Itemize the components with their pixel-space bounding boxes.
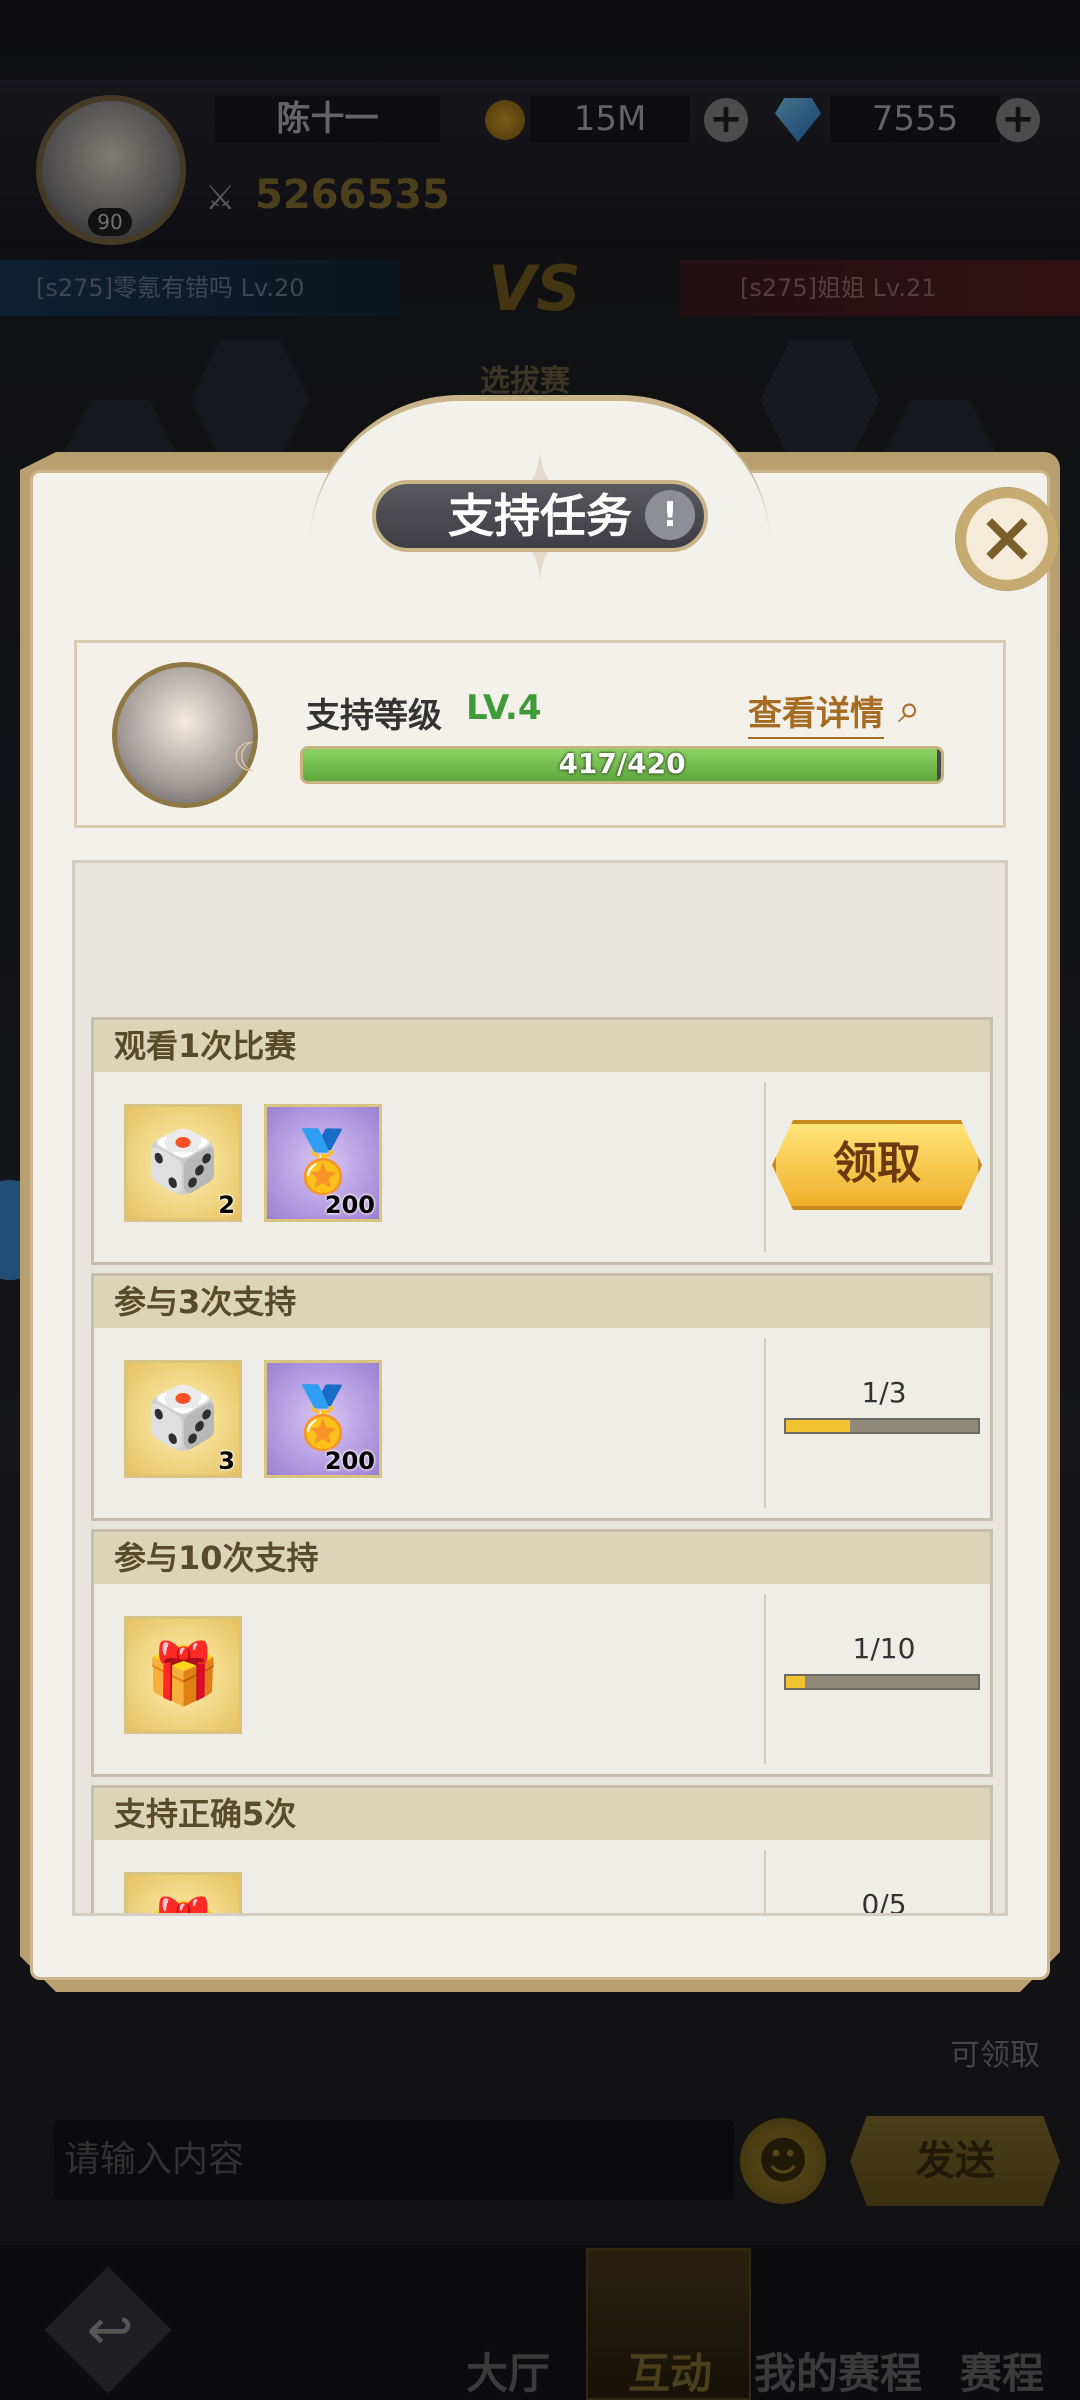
task-title: 参与10次支持 — [94, 1532, 990, 1584]
reward-count: 200 — [324, 1447, 375, 1475]
magnifier-icon[interactable]: ⌕ — [898, 686, 944, 732]
reward-count: 2 — [218, 1191, 235, 1219]
support-level-label: 支持等级 — [306, 696, 442, 736]
task-divider — [764, 1082, 766, 1252]
claim-button[interactable]: 领取 — [772, 1120, 982, 1210]
task-progress-fill — [786, 1420, 850, 1432]
reward-item[interactable]: 🎁 — [124, 1872, 242, 1913]
support-level-value: LV.4 — [466, 688, 542, 728]
reward-item[interactable]: 🎲 2 — [124, 1104, 242, 1222]
task-divider — [764, 1594, 766, 1764]
mask-icon: ☾ — [232, 735, 268, 781]
task-item: 观看1次比赛 🎲 2 🏅 200 领取 — [91, 1017, 993, 1265]
task-item: 支持正确5次 🎁 0/5 — [91, 1785, 993, 1916]
info-icon[interactable]: ! — [645, 490, 695, 540]
task-progress-text: 1/3 — [861, 1376, 907, 1409]
task-progress-bar — [784, 1674, 980, 1690]
task-progress-bar — [784, 1418, 980, 1434]
reward-item[interactable]: 🎁 — [124, 1616, 242, 1734]
task-title: 支持正确5次 — [94, 1788, 990, 1840]
task-progress-fill — [786, 1676, 806, 1688]
reward-item[interactable]: 🏅 200 — [264, 1360, 382, 1478]
task-list[interactable]: 观看1次比赛 🎲 2 🏅 200 领取 参与3次支持 🎲 3 🏅 200 1/3… — [72, 860, 1008, 1916]
view-details-link[interactable]: 查看详情 — [748, 686, 884, 739]
task-progress-text: 0/5 — [861, 1888, 907, 1916]
modal-title: 支持任务 — [448, 489, 632, 543]
task-progress-text: 1/10 — [852, 1632, 916, 1665]
task-divider — [764, 1850, 766, 1913]
reward-item[interactable]: 🎲 3 — [124, 1360, 242, 1478]
gift-icon: 🎁 — [145, 1639, 221, 1709]
support-xp-text: 417/420 — [558, 747, 686, 780]
reward-count: 3 — [218, 1447, 235, 1475]
task-item: 参与10次支持 🎁 1/10 — [91, 1529, 993, 1777]
reward-count: 200 — [324, 1191, 375, 1219]
task-title: 参与3次支持 — [94, 1276, 990, 1328]
close-button[interactable]: × — [955, 487, 1059, 591]
gift-icon: 🎁 — [127, 1875, 239, 1913]
task-title: 观看1次比赛 — [94, 1020, 990, 1072]
reward-item[interactable]: 🏅 200 — [264, 1104, 382, 1222]
task-divider — [764, 1338, 766, 1508]
task-item: 参与3次支持 🎲 3 🏅 200 1/3 — [91, 1273, 993, 1521]
